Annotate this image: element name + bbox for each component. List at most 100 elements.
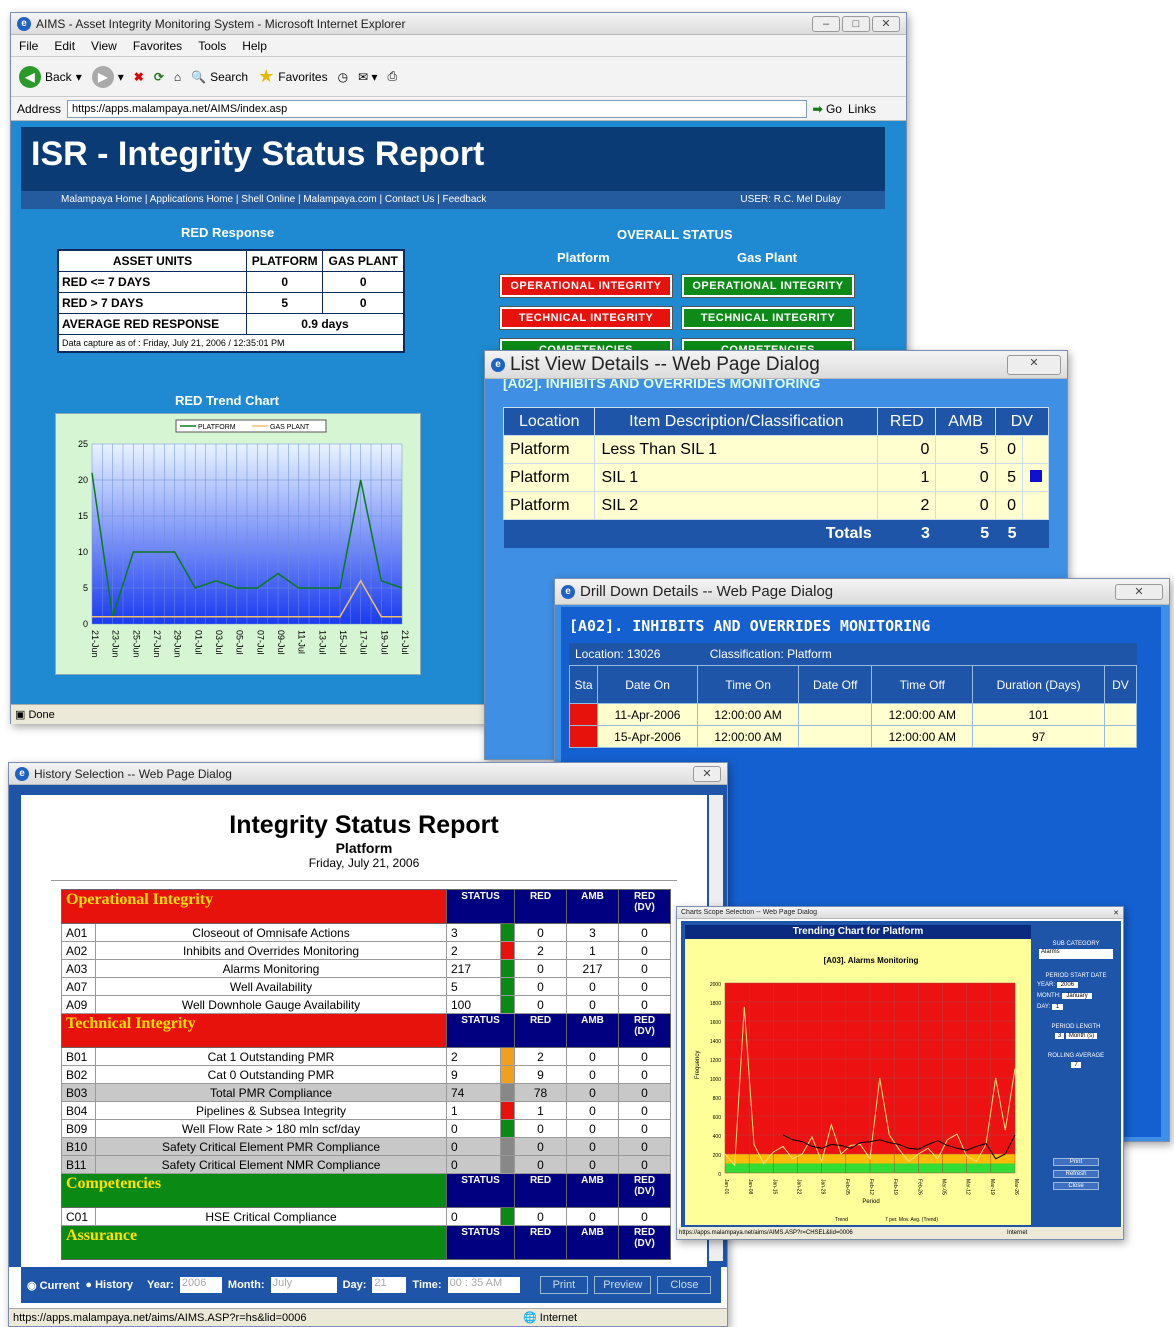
lv-row[interactable]: Platform SIL 2200 [502, 491, 1049, 520]
close-icon[interactable]: ✕ [693, 765, 721, 782]
stop-button[interactable]: ✖ [134, 70, 144, 84]
address-input[interactable]: https://apps.malampaya.net/AIMS/index.as… [67, 99, 807, 118]
subcat-select[interactable]: Alarms [1039, 949, 1113, 959]
mail-button[interactable]: ✉ ▾ [358, 70, 377, 84]
maximize-icon[interactable]: □ [842, 15, 870, 32]
table-row[interactable]: B11 Safety Critical Element NMR Complian… [61, 1155, 671, 1174]
status-pill[interactable]: OPERATIONAL INTEGRITY [681, 274, 855, 298]
go-label: Go [825, 101, 842, 116]
print-button[interactable]: Print [539, 1276, 589, 1294]
drill-col-header: Sta [569, 665, 598, 704]
classification-label: Classification: Platform [709, 647, 832, 661]
forward-button[interactable]: ▶ ▾ [91, 65, 124, 88]
status-value: 1 [446, 1101, 501, 1120]
drill-row[interactable]: 11-Apr-2006 12:00:00 AM 12:00:00 AM 101 [569, 703, 1138, 726]
menu-item-file[interactable]: File [19, 39, 38, 53]
history-status-bar: https://apps.malampaya.net/aims/AIMS.ASP… [9, 1308, 727, 1326]
radio-current[interactable]: ◉ Current [27, 1279, 79, 1292]
cell-value[interactable]: 5 [245, 292, 324, 314]
x-tick-label: 29-Jun [173, 630, 183, 658]
year-select[interactable]: 2006 [179, 1277, 222, 1293]
table-row[interactable]: B02 Cat 0 Outstanding PMR 9 9 0 0 [61, 1065, 671, 1084]
cell-value[interactable]: 0 [322, 292, 405, 314]
table-row[interactable]: A02 Inhibits and Overrides Monitoring 2 … [61, 941, 671, 960]
close-icon[interactable]: ✕ [1115, 583, 1163, 600]
red-value: 0 [514, 977, 567, 996]
y-tick-label: 2000 [710, 982, 721, 988]
print-icon[interactable]: ⎙ [388, 69, 398, 84]
month-select[interactable]: July [270, 1277, 337, 1293]
month-select[interactable]: January [1062, 993, 1092, 999]
close-button[interactable]: Close [657, 1276, 712, 1294]
lv-cell: 5 [994, 463, 1024, 492]
nav-links[interactable]: Malampaya Home | Applications Home | She… [61, 194, 486, 205]
x-tick-label: 19-Jul [379, 630, 389, 655]
radio-history[interactable]: ● History [85, 1279, 133, 1291]
links-button[interactable]: Links [848, 102, 876, 116]
lv-col-header: DV [994, 407, 1050, 436]
menu-item-edit[interactable]: Edit [54, 39, 75, 53]
favorites-button[interactable]: ★ Favorites [258, 66, 328, 87]
close-icon[interactable]: ✕ [1007, 354, 1061, 375]
length-n-select[interactable]: 3 [1054, 1033, 1065, 1039]
day-select[interactable]: 21 [372, 1277, 407, 1293]
cell-value[interactable]: 0 [322, 271, 405, 293]
home-button[interactable]: ⌂ [174, 70, 181, 84]
y-tick-label: 600 [713, 1115, 722, 1121]
rolling-input[interactable]: 7 [1071, 1062, 1081, 1068]
table-row[interactable]: B03 Total PMR Compliance 74 78 0 0 [61, 1083, 671, 1102]
history-button[interactable]: ◷ [338, 70, 348, 84]
x-tick-label: 09-Jul [276, 630, 286, 655]
status-value: 2 [446, 941, 501, 960]
table-row[interactable]: B01 Cat 1 Outstanding PMR 2 2 0 0 [61, 1047, 671, 1066]
preview-button[interactable]: Preview [594, 1276, 652, 1294]
back-button[interactable]: ◀ Back ▾ [19, 65, 82, 88]
refresh-button[interactable]: Refresh [1053, 1170, 1099, 1178]
close-button[interactable]: Close [1053, 1182, 1099, 1190]
table-row[interactable]: A03 Alarms Monitoring 217 0 217 0 [61, 959, 671, 978]
section-header: Technical Integrity [61, 1013, 447, 1048]
table-row[interactable]: C01 HSE Critical Compliance 0 0 0 0 [61, 1207, 671, 1226]
red-value: 0 [514, 959, 567, 978]
go-button[interactable]: ➡ Go [813, 102, 842, 116]
item-code: B02 [61, 1065, 96, 1084]
status-pill[interactable]: TECHNICAL INTEGRITY [499, 306, 673, 330]
dv-flag-icon [1022, 463, 1049, 492]
status-color-cell [500, 1083, 515, 1102]
drill-row[interactable]: 15-Apr-2006 12:00:00 AM 12:00:00 AM 97 [569, 725, 1138, 748]
table-row[interactable]: B10 Safety Critical Element PMR Complian… [61, 1137, 671, 1156]
history-dialog: e History Selection -- Web Page Dialog ✕… [8, 762, 728, 1327]
table-row[interactable]: B09 Well Flow Rate > 180 mln scf/day 0 0… [61, 1119, 671, 1138]
length-unit-select[interactable]: Month (s) [1065, 1033, 1098, 1039]
rolling-row: 7 [1035, 1062, 1117, 1068]
print-button[interactable]: Print [1053, 1158, 1099, 1166]
history-controls: ◉ Current ● History Year: 2006 Month: Ju… [21, 1267, 721, 1303]
refresh-button[interactable]: ⟳ [154, 70, 164, 84]
status-pill[interactable]: OPERATIONAL INTEGRITY [499, 274, 673, 298]
lv-cell [1022, 435, 1049, 464]
internet-zone: 🌐 Internet [523, 1312, 578, 1324]
minimize-icon[interactable]: – [812, 15, 840, 32]
year-select[interactable]: 2006 [1056, 982, 1079, 988]
period-label: PERIOD START DATE [1045, 973, 1107, 979]
table-row[interactable]: A07 Well Availability 5 0 0 0 [61, 977, 671, 996]
status-pill[interactable]: TECHNICAL INTEGRITY [681, 306, 855, 330]
close-icon[interactable]: ✕ [1113, 909, 1119, 917]
menu-item-help[interactable]: Help [242, 39, 267, 53]
time-select[interactable]: 00 : 35 AM [447, 1277, 520, 1293]
cell-value[interactable]: 0 [245, 271, 324, 293]
location-label: Location: 13026 [575, 647, 661, 661]
menu-item-tools[interactable]: Tools [198, 39, 226, 53]
table-row[interactable]: A01 Closeout of Omnisafe Actions 3 0 3 0 [61, 923, 671, 942]
day-select[interactable]: 1 [1051, 1004, 1064, 1010]
lv-row[interactable]: Platform SIL 1105 [502, 463, 1049, 492]
lv-row[interactable]: Platform Less Than SIL 1050 [502, 435, 1049, 464]
menu-item-favorites[interactable]: Favorites [133, 39, 182, 53]
table-row[interactable]: A09 Well Downhole Gauge Availability 100… [61, 995, 671, 1014]
menu-item-view[interactable]: View [91, 39, 117, 53]
x-tick-label: 17-Jul [359, 630, 369, 655]
col-header: STATUS [446, 1225, 515, 1260]
table-row[interactable]: B04 Pipelines & Subsea Integrity 1 1 0 0 [61, 1101, 671, 1120]
close-icon[interactable]: ✕ [872, 15, 900, 32]
search-button[interactable]: 🔍 Search [191, 70, 248, 84]
